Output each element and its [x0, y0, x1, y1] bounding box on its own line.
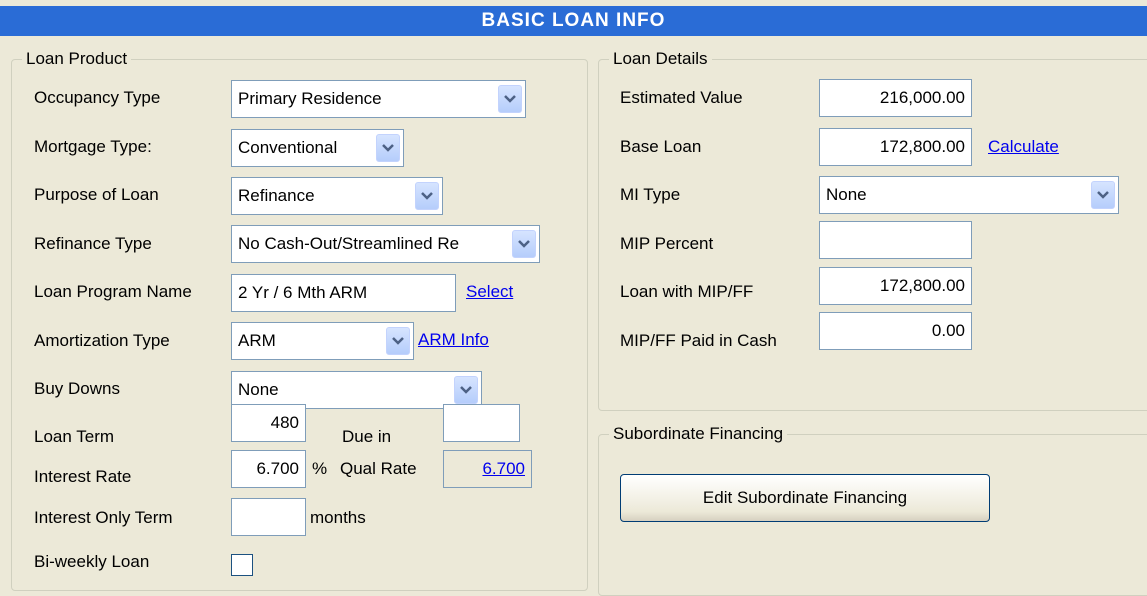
loan-program-name-label: Loan Program Name [34, 282, 192, 301]
base-loan-field[interactable]: 172,800.00 [819, 128, 972, 166]
base-loan-value: 172,800.00 [879, 137, 965, 156]
interest-only-term-label: Interest Only Term [34, 508, 173, 527]
amortization-type-label: Amortization Type [34, 331, 170, 350]
loan-term-value: 480 [270, 413, 299, 432]
interest-rate-field[interactable]: 6.700 [231, 450, 306, 488]
calculate-link[interactable]: Calculate [988, 137, 1059, 157]
estimated-value-label: Estimated Value [620, 88, 743, 107]
chevron-down-icon[interactable] [512, 230, 536, 258]
estimated-value-value: 216,000.00 [879, 88, 965, 107]
loan-term-label: Loan Term [34, 427, 115, 446]
edit-subordinate-financing-button[interactable]: Edit Subordinate Financing [620, 474, 990, 522]
mi-type-value: None [826, 185, 867, 204]
loan-with-mip-ff-field[interactable]: 172,800.00 [819, 267, 972, 305]
subordinate-financing-legend: Subordinate Financing [613, 424, 784, 443]
mip-ff-paid-in-cash-field[interactable]: 0.00 [819, 312, 972, 350]
qual-rate-label: Qual Rate [340, 459, 417, 478]
amortization-type-select[interactable]: ARM [231, 322, 414, 360]
purpose-of-loan-value: Refinance [238, 186, 315, 205]
chevron-down-icon[interactable] [498, 85, 522, 113]
chevron-down-icon[interactable] [454, 376, 478, 404]
occupancy-type-value: Primary Residence [238, 89, 382, 108]
mortgage-type-select[interactable]: Conventional [231, 129, 404, 167]
qual-rate-field: 6.700 [443, 450, 532, 488]
mip-percent-label: MIP Percent [620, 234, 714, 253]
interest-rate-label: Interest Rate [34, 467, 132, 486]
due-in-field[interactable] [443, 404, 520, 442]
mip-percent-field[interactable] [819, 221, 972, 259]
loan-details-legend: Loan Details [613, 49, 708, 68]
buy-downs-label: Buy Downs [34, 379, 120, 398]
mi-type-select[interactable]: None [819, 176, 1119, 214]
estimated-value-field[interactable]: 216,000.00 [819, 79, 972, 117]
refinance-type-value: No Cash-Out/Streamlined Re [238, 234, 460, 253]
mi-type-label: MI Type [620, 185, 681, 204]
purpose-of-loan-label: Purpose of Loan [34, 185, 159, 204]
due-in-label: Due in [342, 427, 392, 446]
mip-ff-paid-in-cash-label: MIP/FF Paid in Cash [620, 331, 777, 350]
loan-program-name-field[interactable]: 2 Yr / 6 Mth ARM [231, 274, 456, 312]
bi-weekly-loan-checkbox[interactable] [231, 554, 253, 576]
mortgage-type-label: Mortgage Type: [34, 137, 152, 156]
loan-with-mip-ff-value: 172,800.00 [879, 276, 965, 295]
interest-only-term-field[interactable] [231, 498, 306, 536]
chevron-down-icon[interactable] [376, 134, 400, 162]
mortgage-type-value: Conventional [238, 138, 338, 157]
refinance-type-label: Refinance Type [34, 234, 152, 253]
section-header: BASIC LOAN INFO [0, 6, 1147, 36]
arm-info-link[interactable]: ARM Info [418, 330, 489, 350]
qual-rate-link[interactable]: 6.700 [482, 459, 525, 478]
loan-product-legend: Loan Product [26, 49, 128, 68]
mip-ff-paid-in-cash-value: 0.00 [931, 321, 965, 340]
interest-rate-value: 6.700 [256, 459, 299, 478]
occupancy-type-label: Occupancy Type [34, 88, 161, 107]
months-label: months [310, 508, 366, 527]
chevron-down-icon[interactable] [1091, 181, 1115, 209]
chevron-down-icon[interactable] [415, 182, 439, 210]
base-loan-label: Base Loan [620, 137, 702, 156]
chevron-down-icon[interactable] [386, 327, 410, 355]
select-program-link[interactable]: Select [466, 282, 513, 302]
loan-term-field[interactable]: 480 [231, 404, 306, 442]
loan-with-mip-ff-label: Loan with MIP/FF [620, 282, 754, 301]
buy-downs-value: None [238, 380, 279, 399]
refinance-type-select[interactable]: No Cash-Out/Streamlined Re [231, 225, 540, 263]
amortization-type-value: ARM [238, 331, 276, 350]
bi-weekly-loan-label: Bi-weekly Loan [34, 552, 150, 571]
percent-symbol: % [312, 459, 328, 478]
section-title: BASIC LOAN INFO [481, 10, 666, 31]
purpose-of-loan-select[interactable]: Refinance [231, 177, 443, 215]
occupancy-type-select[interactable]: Primary Residence [231, 80, 526, 118]
loan-program-name-value: 2 Yr / 6 Mth ARM [238, 283, 368, 302]
